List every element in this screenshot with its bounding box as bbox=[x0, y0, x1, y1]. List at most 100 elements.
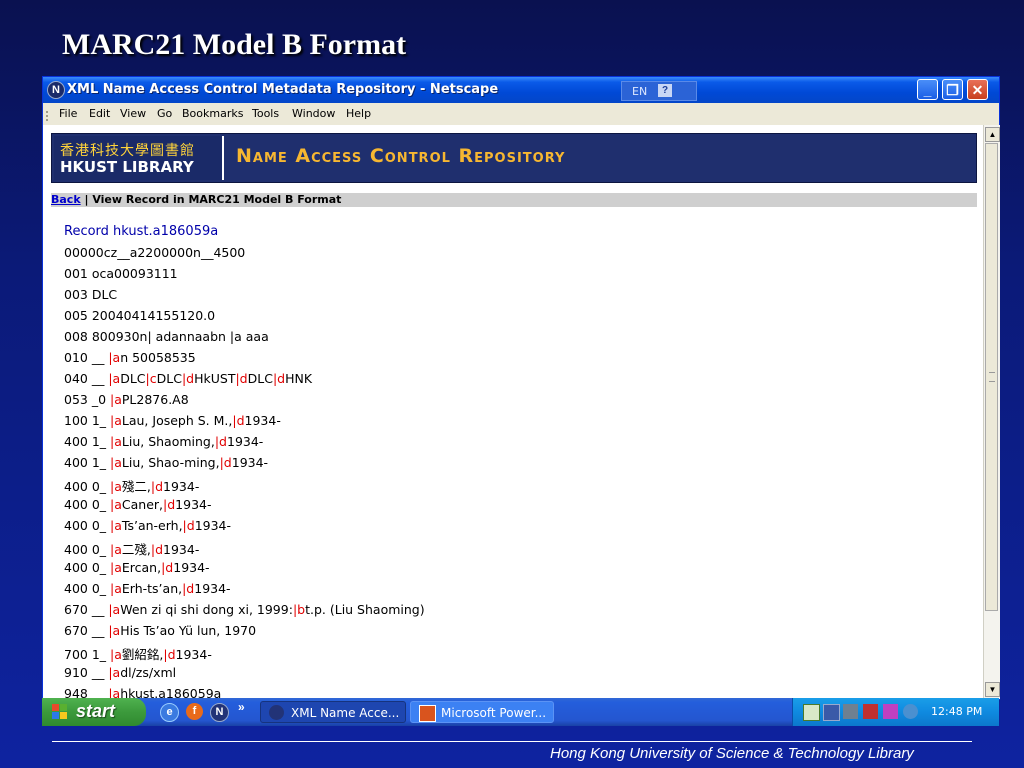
field-text: 400 0_ bbox=[64, 497, 111, 512]
field-text: 劉紹銘, bbox=[121, 647, 164, 662]
subfield-code: |a bbox=[110, 434, 122, 449]
maximize-button[interactable]: ❐ bbox=[942, 79, 963, 100]
camera-icon[interactable] bbox=[863, 704, 878, 719]
subfield-code: |d bbox=[181, 371, 195, 386]
menu-file[interactable]: File bbox=[59, 107, 77, 120]
tools-icon[interactable] bbox=[843, 704, 858, 719]
hkust-library-logo[interactable]: 香港科技大學圖書館 HKUST LIBRARY bbox=[54, 136, 224, 180]
marc-field-row: 008 800930n| adannaabn |a aaa bbox=[64, 329, 425, 350]
quicklaunch-chevron-icon[interactable]: » bbox=[238, 700, 245, 714]
subfield-code: |a bbox=[108, 350, 121, 365]
marc-field-row: 003 DLC bbox=[64, 287, 425, 308]
field-text: 010 __ bbox=[64, 350, 109, 365]
subfield-code: |d bbox=[163, 647, 176, 662]
field-text: Erh-ts’an, bbox=[121, 581, 183, 596]
field-text: 005 20040414155120.0 bbox=[64, 308, 216, 323]
field-text: 1934- bbox=[175, 647, 212, 662]
netscape-quicklaunch-icon[interactable]: N bbox=[210, 703, 229, 722]
subfield-code: |a bbox=[110, 497, 122, 512]
marc-field-row: 400 0_ |aTs’an-erh,|d1934- bbox=[64, 518, 425, 539]
scrollbar-thumb[interactable] bbox=[985, 143, 998, 611]
subfield-code: |a bbox=[108, 665, 121, 680]
marc-field-row: 670 __ |aWen zi qi shi dong xi, 1999:|bt… bbox=[64, 602, 425, 623]
marc-field-row: 400 0_ |a二殘,|d1934- bbox=[64, 539, 425, 560]
shield-icon[interactable] bbox=[883, 704, 898, 719]
taskbar: start e f N » XML Name Acce... Microsoft… bbox=[42, 698, 999, 726]
marc-field-row: 010 __ |an 50058535 bbox=[64, 350, 425, 371]
field-text: HNK bbox=[285, 371, 313, 386]
field-text: 1934- bbox=[163, 479, 200, 494]
subfield-code: |d bbox=[161, 560, 174, 575]
slide-title: MARC21 Model B Format bbox=[62, 28, 407, 61]
toolbar-grip[interactable] bbox=[46, 111, 52, 121]
marc-record-fields: 00000cz__a2200000n__4500 001 oca00093111 0… bbox=[64, 245, 425, 699]
menu-bar: File Edit View Go Bookmarks Tools Window… bbox=[43, 103, 999, 126]
subfield-code: |d bbox=[235, 371, 248, 386]
system-tray: 12:48 PM bbox=[792, 698, 999, 726]
firefox-icon[interactable]: f bbox=[186, 703, 203, 720]
field-text: Caner, bbox=[121, 497, 164, 512]
site-banner: 香港科技大學圖書館 HKUST LIBRARY Name Access Cont… bbox=[51, 133, 977, 183]
subfield-code: |c bbox=[145, 371, 157, 386]
subfield-code: |a bbox=[110, 542, 122, 557]
field-text: n 50058535 bbox=[120, 350, 196, 365]
back-link[interactable]: Back bbox=[51, 193, 81, 206]
menu-tools[interactable]: Tools bbox=[252, 107, 279, 120]
marc-field-row: 040 __ |aDLC|cDLC|dHkUST|dDLC|dHNK bbox=[64, 371, 425, 392]
field-text: PL2876.A8 bbox=[121, 392, 189, 407]
window-titlebar[interactable]: N XML Name Access Control Metadata Repos… bbox=[43, 77, 999, 103]
subfield-code: |a bbox=[110, 413, 122, 428]
field-text: 1934- bbox=[194, 581, 231, 596]
subfield-code: |a bbox=[110, 560, 122, 575]
menu-go[interactable]: Go bbox=[157, 107, 172, 120]
scroll-up-arrow[interactable]: ▲ bbox=[985, 127, 1000, 142]
menu-bookmarks[interactable]: Bookmarks bbox=[182, 107, 243, 120]
marc-field-row: 670 __ |aHis Ts’ao Yü lun, 1970 bbox=[64, 623, 425, 644]
field-text: Liu, Shao-ming, bbox=[121, 455, 220, 470]
marc-field-row: 001 oca00093111 bbox=[64, 266, 425, 287]
field-text: 400 0_ bbox=[64, 518, 111, 533]
field-text: 1934- bbox=[173, 560, 210, 575]
field-text: 二殘, bbox=[121, 542, 151, 557]
footer-text: Hong Kong University of Science & Techno… bbox=[550, 745, 914, 762]
menu-help[interactable]: Help bbox=[346, 107, 371, 120]
breadcrumb: Back | View Record in MARC21 Model B For… bbox=[51, 193, 977, 207]
subfield-code: |d bbox=[232, 413, 245, 428]
network-icon[interactable] bbox=[823, 704, 840, 721]
search-icon[interactable] bbox=[903, 704, 918, 719]
language-bar[interactable]: EN ? bbox=[621, 81, 697, 101]
scroll-down-arrow[interactable]: ▼ bbox=[985, 682, 1000, 697]
marc-field-row: 100 1_ |aLau, Joseph S. M.,|d1934- bbox=[64, 413, 425, 434]
field-text: 910 __ bbox=[64, 665, 109, 680]
field-text: 040 __ bbox=[64, 371, 109, 386]
marc-field-row: 700 1_ |a劉紹銘,|d1934- bbox=[64, 644, 425, 665]
subfield-code: |d bbox=[150, 542, 164, 557]
window-title: XML Name Access Control Metadata Reposit… bbox=[67, 82, 499, 97]
record-title: Record hkust.a186059a bbox=[64, 224, 219, 239]
marc-field-row: 00000cz__a2200000n__4500 bbox=[64, 245, 425, 266]
task-netscape-window[interactable]: XML Name Acce... bbox=[260, 701, 406, 723]
start-button[interactable]: start bbox=[42, 698, 146, 726]
marc-field-row: 400 0_ |aErh-ts’an,|d1934- bbox=[64, 581, 425, 602]
menu-edit[interactable]: Edit bbox=[89, 107, 110, 120]
subfield-code: |a bbox=[110, 647, 122, 662]
menu-window[interactable]: Window bbox=[292, 107, 335, 120]
logo-english-text: HKUST LIBRARY bbox=[60, 158, 194, 176]
minimize-button[interactable]: _ bbox=[917, 79, 938, 100]
field-text: 100 1_ bbox=[64, 413, 111, 428]
mail-icon[interactable] bbox=[803, 704, 820, 721]
field-text: HkUST bbox=[194, 371, 236, 386]
close-button[interactable]: ✕ bbox=[967, 79, 988, 100]
field-text: dl/zs/xml bbox=[120, 665, 177, 680]
field-text: DLC bbox=[120, 371, 146, 386]
field-text: Liu, Shaoming, bbox=[121, 434, 215, 449]
language-indicator[interactable]: EN bbox=[632, 85, 647, 98]
internet-explorer-icon[interactable]: e bbox=[160, 703, 179, 722]
menu-view[interactable]: View bbox=[120, 107, 146, 120]
help-icon[interactable]: ? bbox=[658, 84, 672, 97]
field-text: 670 __ bbox=[64, 602, 109, 617]
task-powerpoint-window[interactable]: Microsoft Power... bbox=[410, 701, 554, 723]
tray-clock[interactable]: 12:48 PM bbox=[931, 705, 982, 718]
field-text: 1934- bbox=[227, 434, 264, 449]
vertical-scrollbar[interactable]: ▲ ▼ bbox=[983, 125, 1000, 699]
